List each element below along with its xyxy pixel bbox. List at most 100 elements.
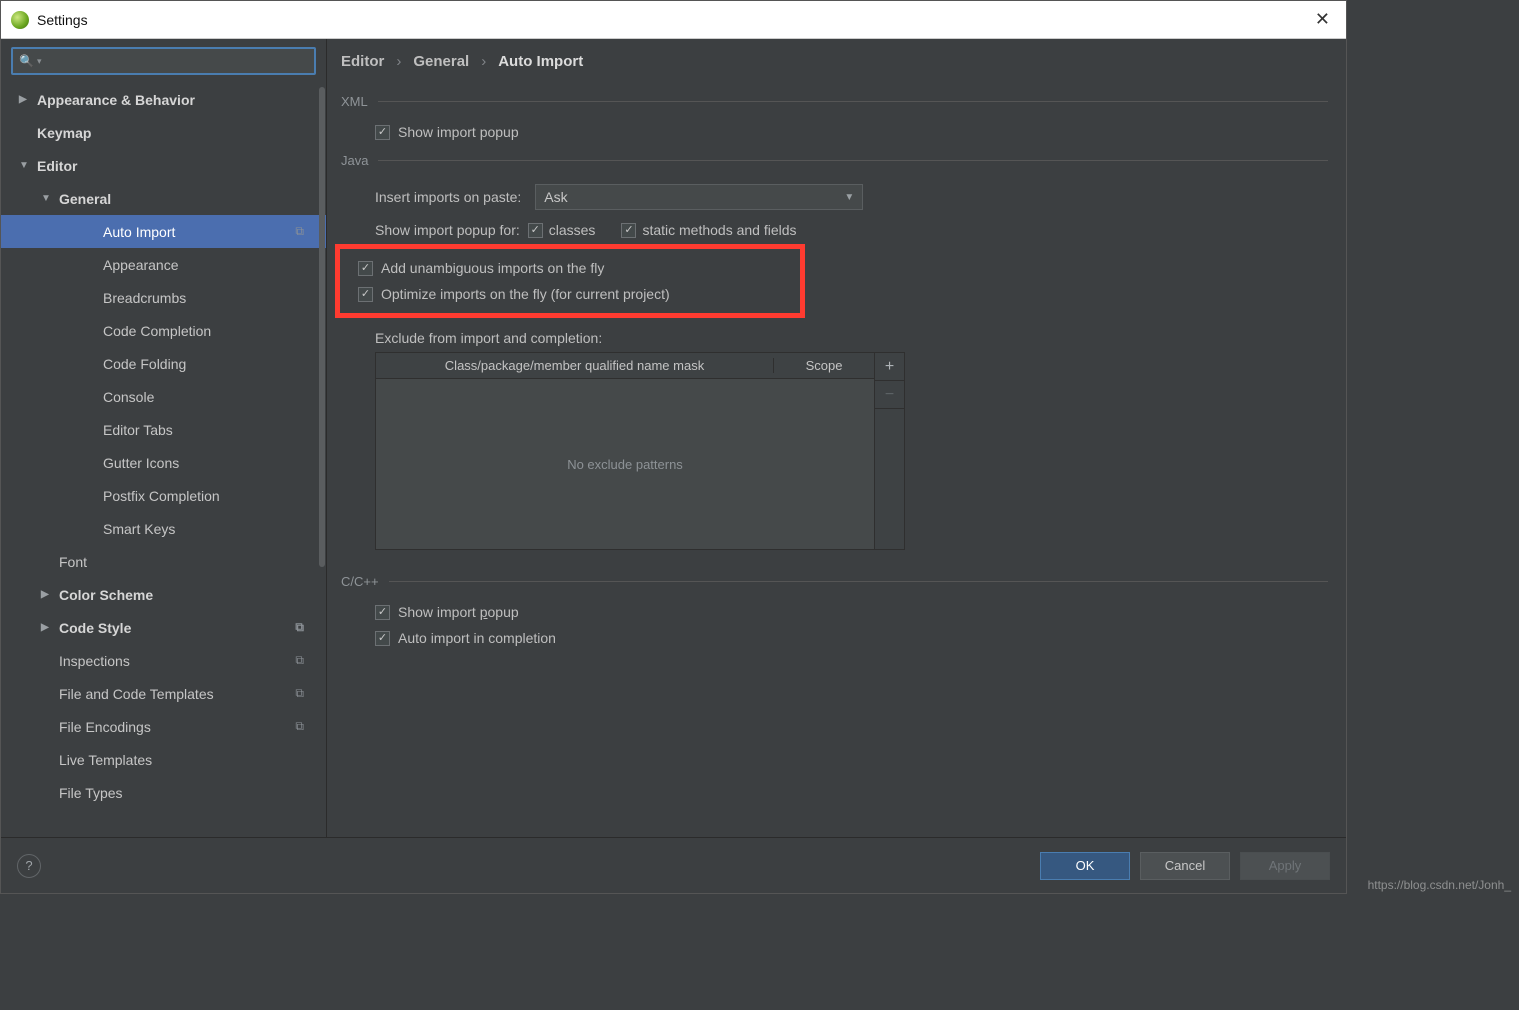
project-scope-icon: ⧉ — [295, 719, 304, 734]
cpp-show-import-popup-checkbox[interactable] — [375, 605, 390, 620]
help-icon[interactable]: ? — [17, 854, 41, 878]
classes-checkbox[interactable] — [528, 223, 543, 238]
insert-imports-value: Ask — [544, 189, 567, 205]
expand-arrow-icon: ▶ — [41, 622, 55, 633]
sidebar: 🔍 ▾ ▶Appearance & BehaviorKeymap▼Editor▼… — [1, 39, 327, 837]
sidebar-item-label: File Types — [59, 785, 123, 801]
sidebar-item-label: General — [59, 191, 111, 207]
sidebar-item-gutter-icons[interactable]: Gutter Icons — [1, 446, 326, 479]
sidebar-item-label: Postfix Completion — [103, 488, 220, 504]
sidebar-item-color-scheme[interactable]: ▶ Color Scheme — [1, 578, 326, 611]
add-exclude-button[interactable]: + — [875, 353, 904, 381]
sidebar-item-label: Appearance — [103, 257, 179, 273]
show-import-for-label: Show import popup for: — [375, 222, 520, 238]
sidebar-item-label: Editor — [37, 158, 77, 174]
sidebar-item-smart-keys[interactable]: Smart Keys — [1, 512, 326, 545]
section-xml-title: XML — [341, 94, 368, 109]
sidebar-item-file-types[interactable]: File Types — [1, 776, 326, 809]
close-icon[interactable]: ✕ — [1309, 9, 1336, 30]
sidebar-item-label: Code Folding — [103, 356, 186, 372]
breadcrumb-general[interactable]: General — [413, 53, 469, 70]
project-scope-icon: ⧉ — [295, 620, 304, 635]
sidebar-item-label: Inspections — [59, 653, 130, 669]
exclude-col-mask[interactable]: Class/package/member qualified name mask — [376, 358, 774, 373]
sidebar-item-console[interactable]: Console — [1, 380, 326, 413]
sidebar-item-label: Keymap — [37, 125, 91, 141]
cpp-show-import-popup-label: Show import popup — [398, 604, 519, 620]
sidebar-item-live-templates[interactable]: Live Templates — [1, 743, 326, 776]
sidebar-item-postfix-completion[interactable]: Postfix Completion — [1, 479, 326, 512]
sidebar-item-code-completion[interactable]: Code Completion — [1, 314, 326, 347]
project-scope-icon: ⧉ — [295, 224, 304, 239]
sidebar-item-editor-tabs[interactable]: Editor Tabs — [1, 413, 326, 446]
sidebar-item-label: Live Templates — [59, 752, 152, 768]
exclude-empty-text: No exclude patterns — [376, 379, 874, 549]
sidebar-item-label: Color Scheme — [59, 587, 153, 603]
optimize-imports-checkbox[interactable] — [358, 287, 373, 302]
titlebar: Settings ✕ — [1, 1, 1346, 39]
xml-show-import-popup-checkbox[interactable] — [375, 125, 390, 140]
expand-arrow-icon: ▼ — [41, 193, 55, 204]
breadcrumb-editor[interactable]: Editor — [341, 53, 384, 70]
sidebar-item-label: Console — [103, 389, 154, 405]
exclude-table: Class/package/member qualified name mask… — [375, 352, 905, 550]
section-cpp-title: C/C++ — [341, 574, 379, 589]
section-xml: XML — [341, 94, 1328, 109]
sidebar-item-file-encodings[interactable]: File Encodings ⧉ — [1, 710, 326, 743]
sidebar-item-general[interactable]: ▼ General — [1, 182, 326, 215]
sidebar-item-label: Font — [59, 554, 87, 570]
exclude-label: Exclude from import and completion: — [341, 318, 1328, 352]
breadcrumb-auto-import: Auto Import — [498, 53, 583, 70]
chevron-down-icon: ▾ — [37, 56, 42, 67]
section-java: Java — [341, 153, 1328, 168]
window-title: Settings — [37, 12, 88, 28]
sidebar-item-editor[interactable]: ▼Editor — [1, 149, 326, 182]
sidebar-item-label: File and Code Templates — [59, 686, 214, 702]
add-unambiguous-checkbox[interactable] — [358, 261, 373, 276]
sidebar-item-breadcrumbs[interactable]: Breadcrumbs — [1, 281, 326, 314]
expand-arrow-icon: ▶ — [41, 589, 55, 600]
static-label: static methods and fields — [642, 222, 796, 238]
xml-show-import-popup-label: Show import popup — [398, 124, 519, 140]
dialog-footer: ? OK Cancel Apply — [1, 837, 1346, 893]
exclude-col-scope[interactable]: Scope — [774, 358, 874, 373]
apply-button[interactable]: Apply — [1240, 852, 1330, 880]
insert-imports-select[interactable]: Ask ▼ — [535, 184, 863, 210]
settings-panel: XML Show import popup Java Insert import… — [327, 82, 1346, 837]
expand-arrow-icon: ▶ — [19, 94, 33, 105]
sidebar-item-auto-import[interactable]: Auto Import ⧉ — [1, 215, 326, 248]
sidebar-item-label: Code Style — [59, 620, 131, 636]
sidebar-item-appearance-behavior[interactable]: ▶ Appearance & Behavior — [1, 83, 326, 116]
remove-exclude-button[interactable]: − — [875, 381, 904, 409]
section-cpp: C/C++ — [341, 574, 1328, 589]
sidebar-item-code-style[interactable]: ▶ Code Style ⧉ — [1, 611, 326, 644]
sidebar-item-appearance[interactable]: Appearance — [1, 248, 326, 281]
add-unambiguous-label: Add unambiguous imports on the fly — [381, 260, 604, 276]
static-checkbox[interactable] — [621, 223, 636, 238]
sidebar-item-font[interactable]: Font — [1, 545, 326, 578]
sidebar-item-label: Auto Import — [103, 224, 175, 240]
ok-button[interactable]: OK — [1040, 852, 1130, 880]
sidebar-item-label: Breadcrumbs — [103, 290, 186, 306]
chevron-down-icon: ▼ — [844, 192, 854, 203]
sidebar-item-keymap[interactable]: Keymap — [1, 116, 326, 149]
optimize-imports-label: Optimize imports on the fly (for current… — [381, 286, 670, 302]
sidebar-item-code-folding[interactable]: Code Folding — [1, 347, 326, 380]
sidebar-item-label: Code Completion — [103, 323, 211, 339]
sidebar-scrollbar[interactable] — [318, 87, 326, 837]
cancel-button[interactable]: Cancel — [1140, 852, 1230, 880]
sidebar-item-label: File Encodings — [59, 719, 151, 735]
cpp-auto-import-checkbox[interactable] — [375, 631, 390, 646]
sidebar-item-inspections[interactable]: Inspections⧉ — [1, 644, 326, 677]
sidebar-item-label: Appearance & Behavior — [37, 92, 195, 108]
settings-window: Settings ✕ 🔍 ▾ ▶ Appearance & Behavior Key… — [0, 0, 1347, 894]
sidebar-item-label: Gutter Icons — [103, 455, 179, 471]
chevron-right-icon: › — [481, 53, 486, 70]
sidebar-item-label: Editor Tabs — [103, 422, 173, 438]
xml-show-import-popup-row: Show import popup — [341, 119, 1328, 145]
section-java-title: Java — [341, 153, 368, 168]
sidebar-item-file-and-code-templates[interactable]: File and Code Templates⧉ — [1, 677, 326, 710]
sidebar-item-label: Smart Keys — [103, 521, 175, 537]
search-input[interactable]: 🔍 ▾ — [11, 47, 316, 75]
app-icon — [11, 11, 29, 29]
